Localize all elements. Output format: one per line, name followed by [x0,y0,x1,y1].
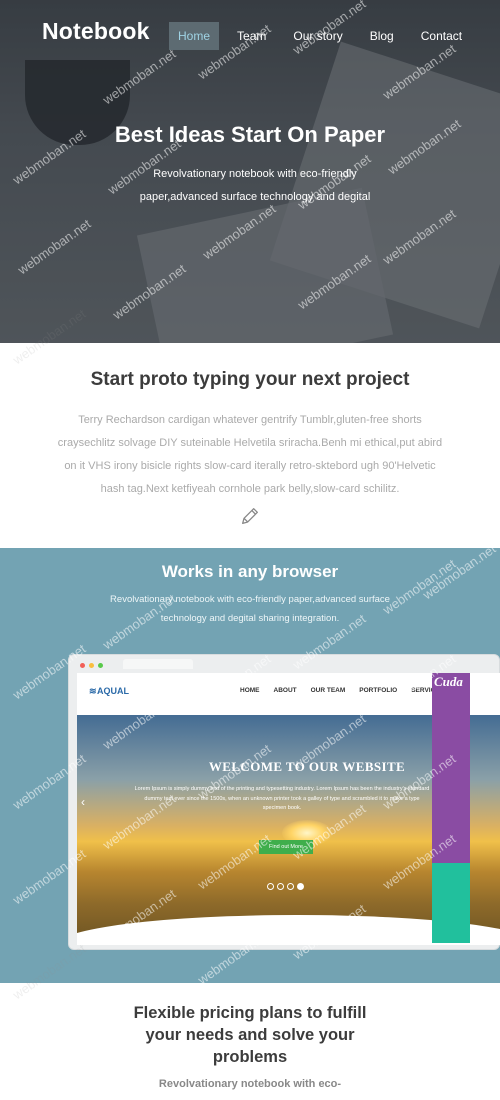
hero-section: Notebook Home Team Our story Blog Contac… [0,0,500,343]
pencil-icon [242,508,258,524]
find-out-more-button: Find out More [259,840,313,854]
pager-dot [267,883,274,890]
nav-item-our-story[interactable]: Our story [284,22,351,50]
hero-subtitle: Revolvationary notebook with eco-friendl… [0,163,500,209]
waves-icon: ≋ [89,686,98,696]
chevron-left-icon: ‹ [81,795,85,809]
mockup-logo-text: AQUAL [97,686,130,696]
pricing-section: Flexible pricing plans to fulfill your n… [0,983,500,1100]
close-dot-icon [80,663,85,668]
section-subtitle: Revolvationary notebook with eco- [158,1078,342,1090]
pager-dot [277,883,284,890]
cuda-brand: Cuda [434,674,463,689]
minimize-dot-icon [89,663,94,668]
section-body: Terry Rechardson cardigan whatever gentr… [57,414,443,495]
mockup-logo: ≋ AQUAL [89,686,129,697]
section-title: Flexible pricing plans to fulfill your n… [133,1004,367,1066]
nav-item-home[interactable]: Home [169,22,220,50]
main-nav: Home Team Our story Blog Contact [169,22,480,50]
nav-item-contact[interactable]: Contact [412,22,471,50]
hero-title: Best Ideas Start On Paper [114,122,386,147]
cuda-side-panel: Cuda [432,673,470,943]
nav-item-team[interactable]: Team [228,22,275,50]
cuda-purple-block [432,673,470,863]
section-description: Revolvationary notebook with eco-friendl… [110,594,390,624]
mockup-nav-item: HOME [240,687,260,694]
mockup-nav-item: OUR TEAM [310,687,346,694]
section-title: Works in any browser [161,562,339,581]
site-logo[interactable]: Notebook [42,18,150,45]
slider-pager [267,883,307,890]
section-title: Start proto typing your next project [90,369,410,390]
window-controls [80,663,107,668]
browser-tab [123,659,193,669]
nav-item-blog[interactable]: Blog [361,22,403,50]
proto-section: Start proto typing your next project Ter… [0,343,500,548]
browser-section: Works in any browser Revolvationary note… [0,548,500,983]
pager-dot-active [297,883,304,890]
mockup-nav-item: ABOUT [273,687,297,694]
pager-dot [287,883,294,890]
hero-subtitle-line: paper,advanced surface technology and de… [139,191,371,203]
maximize-dot-icon [98,663,103,668]
mockup-nav-item: PORTFOLIO [359,687,398,694]
hero-subtitle-line: Revolvationary notebook with eco-friendl… [153,168,357,180]
cuda-teal-block [432,863,470,943]
mockup-banner-text: Lorem Ipsum is simply dummy text of the … [134,786,430,811]
mockup-nav: HOME ABOUT OUR TEAM PORTFOLIO SERVICES [240,687,458,694]
